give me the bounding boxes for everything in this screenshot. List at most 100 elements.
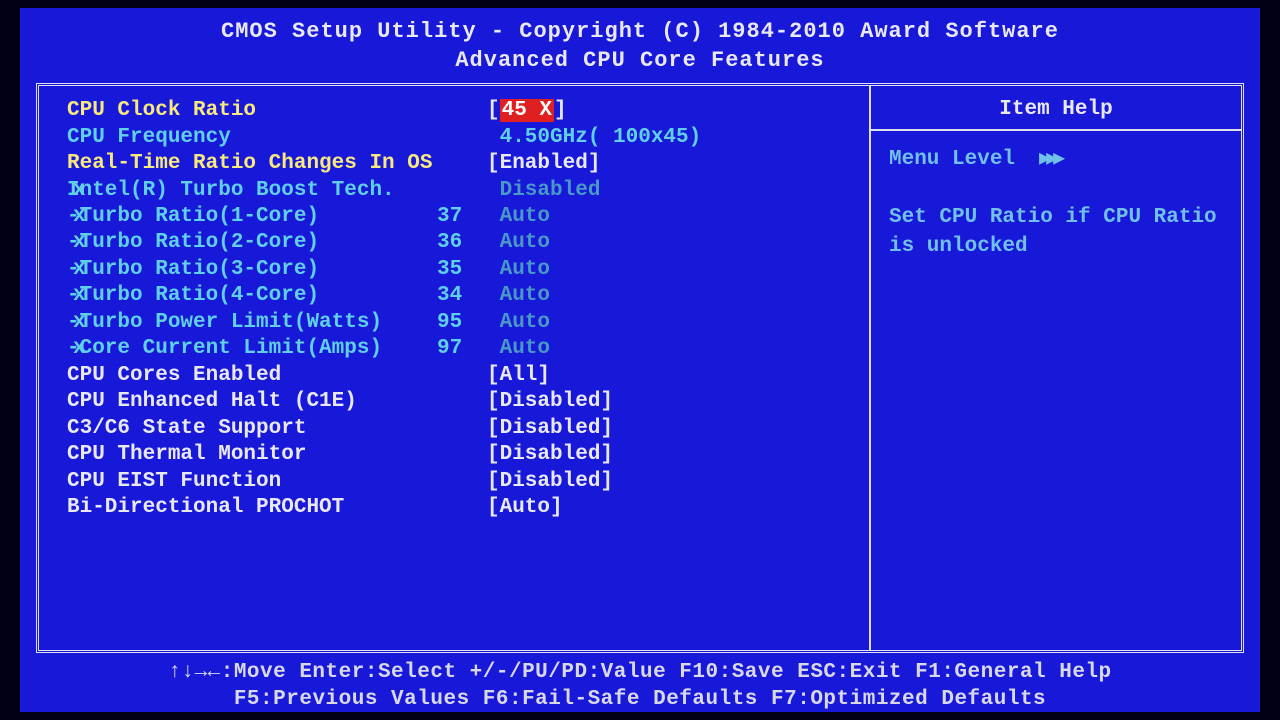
setting-value[interactable]: [All] [487,364,550,387]
setting-value[interactable]: [Disabled] [487,443,613,466]
setting-value: Auto [487,205,550,228]
footer-line1: ↑↓→←:Move Enter:Select +/-/PU/PD:Value F… [36,659,1244,686]
disabled-marker-icon: x [73,178,86,204]
setting-row[interactable]: CPU Cores Enabled [All] [67,363,859,389]
setting-value-cell: [Disabled] [487,389,859,415]
setting-label: -Turbo Ratio(2-Core) [67,230,437,256]
bios-screen: CMOS Setup Utility - Copyright (C) 1984-… [20,8,1260,712]
setting-value: Auto [487,284,550,307]
setting-num [437,442,487,468]
setting-label: -Core Current Limit(Amps) [67,336,437,362]
setting-label: Bi-Directional PROCHOT [67,495,437,521]
setting-label: Real-Time Ratio Changes In OS [67,151,437,177]
setting-num [437,363,487,389]
setting-value-cell: [Enabled] [487,151,859,177]
subtitle: Advanced CPU Core Features [20,47,1260,76]
setting-num: 97 [437,336,487,362]
setting-num [437,416,487,442]
setting-label: -Turbo Ratio(4-Core) [67,283,437,309]
setting-row[interactable]: Bi-Directional PROCHOT [Auto] [67,495,859,521]
setting-label: CPU Enhanced Halt (C1E) [67,389,437,415]
setting-value-cell: [Auto] [487,495,859,521]
disabled-marker-icon: x [73,257,86,283]
setting-label: -Turbo Ratio(1-Core) [67,204,437,230]
setting-value-cell: [Disabled] [487,442,859,468]
setting-num: 35 [437,257,487,283]
setting-value[interactable]: [Disabled] [487,417,613,440]
disabled-marker-icon: x [73,283,86,309]
setting-label: CPU Thermal Monitor [67,442,437,468]
help-text: Set CPU Ratio if CPU Ratio is unlocked [889,203,1223,262]
disabled-marker-icon: x [73,230,86,256]
setting-row[interactable]: CPU Frequency 4.50GHz( 100x45) [67,125,859,151]
setting-num [437,125,487,151]
setting-row[interactable]: CPU EIST Function [Disabled] [67,469,859,495]
setting-value-cell: [45 X] [487,98,859,124]
help-title: Item Help [871,86,1241,129]
setting-value-cell: [Disabled] [487,416,859,442]
setting-label: CPU Cores Enabled [67,363,437,389]
setting-value-cell: Auto [487,257,859,283]
setting-value-cell: Auto [487,204,859,230]
setting-value-cell: [Disabled] [487,469,859,495]
menu-level: Menu Level ▶▶▶ [889,145,1223,174]
footer: ↑↓→←:Move Enter:Select +/-/PU/PD:Value F… [20,655,1260,718]
setting-row[interactable]: Real-Time Ratio Changes In OS [Enabled] [67,151,859,177]
setting-row[interactable]: xIntel(R) Turbo Boost Tech. Disabled [67,178,859,204]
setting-value-cell: 4.50GHz( 100x45) [487,125,859,151]
setting-label: C3/C6 State Support [67,416,437,442]
setting-label: CPU EIST Function [67,469,437,495]
header: CMOS Setup Utility - Copyright (C) 1984-… [20,8,1260,75]
setting-value[interactable]: 45 X [500,99,554,122]
setting-value-cell: [All] [487,363,859,389]
setting-value-cell: Auto [487,310,859,336]
setting-row[interactable]: C3/C6 State Support [Disabled] [67,416,859,442]
setting-value[interactable]: [Disabled] [487,390,613,413]
setting-num [437,178,487,204]
setting-row[interactable]: CPU Thermal Monitor [Disabled] [67,442,859,468]
help-body: Menu Level ▶▶▶ Set CPU Ratio if CPU Rati… [871,131,1241,275]
setting-num: 95 [437,310,487,336]
setting-value-cell: Disabled [487,178,859,204]
setting-num [437,98,487,124]
setting-value-cell: Auto [487,283,859,309]
setting-label: CPU Frequency [67,125,437,151]
menu-level-arrows-icon: ▶▶▶ [1039,146,1060,174]
setting-value-cell: Auto [487,230,859,256]
setting-value: Auto [487,258,550,281]
setting-row[interactable]: CPU Clock Ratio [45 X] [67,98,859,124]
setting-num [437,389,487,415]
help-panel: Item Help Menu Level ▶▶▶ Set CPU Ratio i… [869,86,1241,650]
disabled-marker-icon: x [73,336,86,362]
setting-value: Auto [487,337,550,360]
setting-label: Intel(R) Turbo Boost Tech. [67,178,437,204]
menu-level-label: Menu Level [889,145,1015,174]
setting-num [437,469,487,495]
setting-num [437,151,487,177]
setting-row[interactable]: CPU Enhanced Halt (C1E) [Disabled] [67,389,859,415]
setting-row[interactable]: x-Turbo Ratio(1-Core)37 Auto [67,204,859,230]
setting-value: Disabled [487,179,600,202]
setting-row[interactable]: x-Core Current Limit(Amps)97 Auto [67,336,859,362]
setting-num: 36 [437,230,487,256]
setting-num: 34 [437,283,487,309]
setting-value[interactable]: [Enabled] [487,152,600,175]
setting-value[interactable]: [Auto] [487,496,563,519]
setting-row[interactable]: x-Turbo Ratio(4-Core)34 Auto [67,283,859,309]
setting-value[interactable]: [Disabled] [487,470,613,493]
disabled-marker-icon: x [73,204,86,230]
setting-row[interactable]: x-Turbo Ratio(2-Core)36 Auto [67,230,859,256]
setting-value: Auto [487,311,550,334]
setting-value: 4.50GHz( 100x45) [487,126,701,149]
setting-label: -Turbo Power Limit(Watts) [67,310,437,336]
setting-value-cell: Auto [487,336,859,362]
setting-row[interactable]: x-Turbo Ratio(3-Core)35 Auto [67,257,859,283]
setting-row[interactable]: x-Turbo Power Limit(Watts)95 Auto [67,310,859,336]
setting-label: CPU Clock Ratio [67,98,437,124]
title: CMOS Setup Utility - Copyright (C) 1984-… [20,18,1260,47]
disabled-marker-icon: x [73,310,86,336]
settings-panel[interactable]: CPU Clock Ratio[45 X]CPU Frequency 4.50G… [39,86,869,650]
content-frame: CPU Clock Ratio[45 X]CPU Frequency 4.50G… [36,83,1244,653]
setting-num: 37 [437,204,487,230]
setting-num [437,495,487,521]
